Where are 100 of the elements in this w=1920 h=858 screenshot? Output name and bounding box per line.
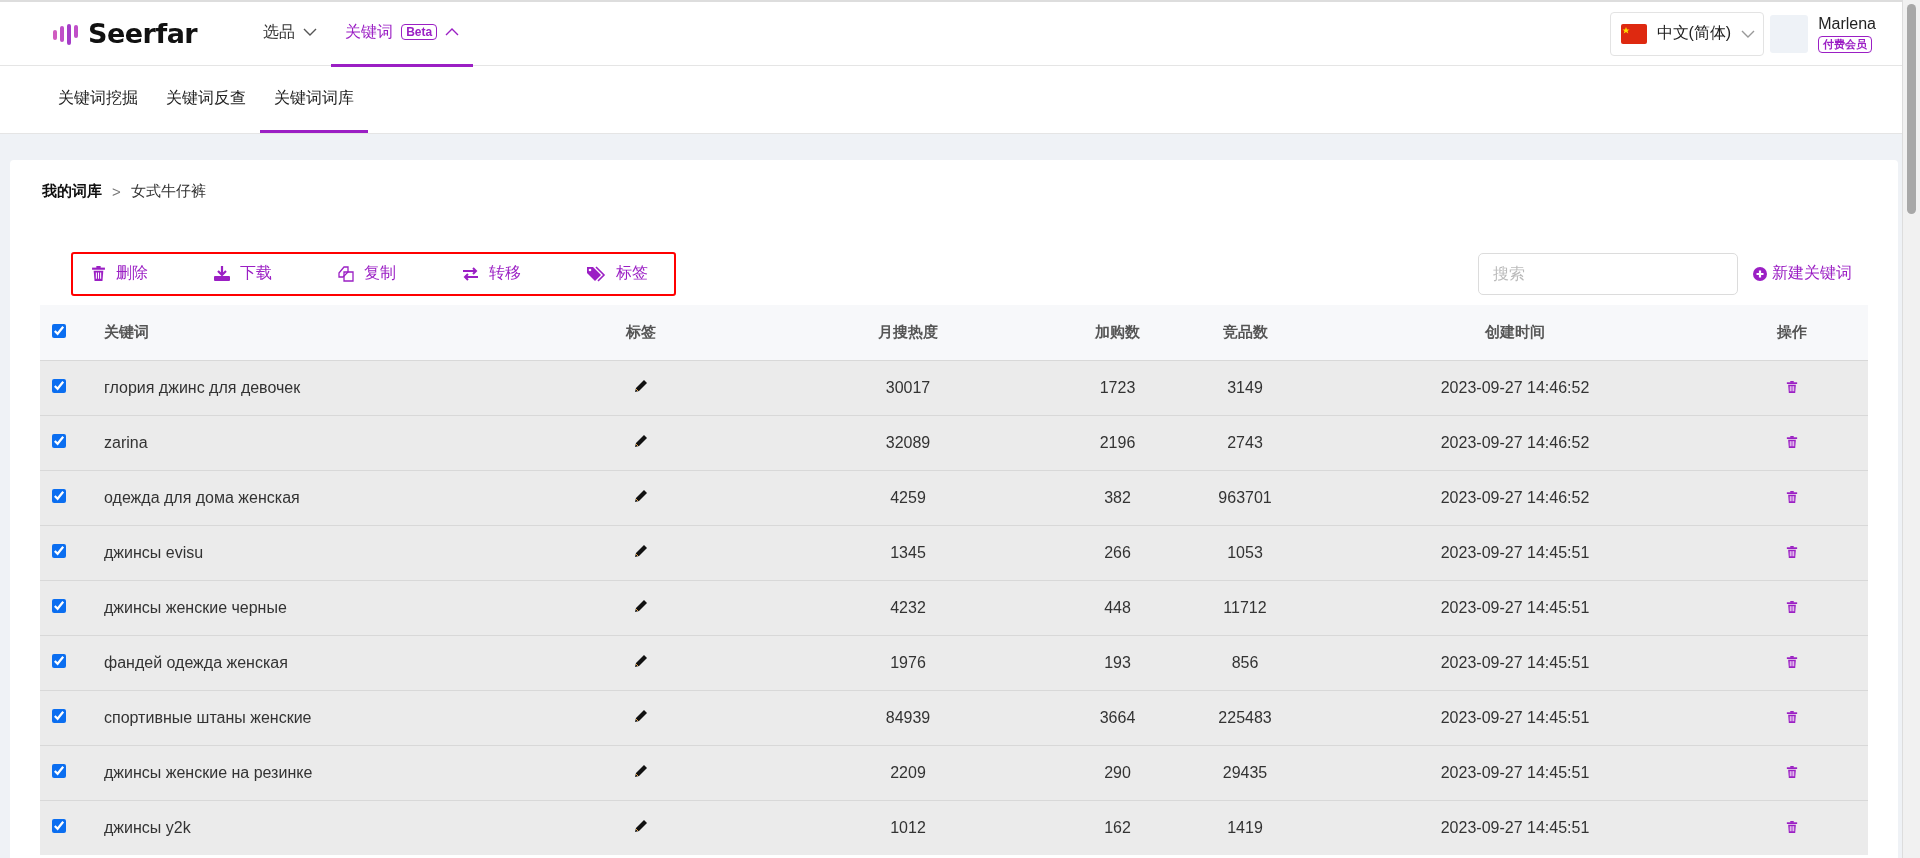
created-time-cell: 2023-09-27 14:45:51 — [1440, 544, 1590, 561]
column-header: 操作 — [1777, 323, 1807, 340]
delete-icon — [1786, 656, 1798, 668]
search-volume-cell: 4259 — [890, 489, 926, 506]
pencil-icon[interactable] — [634, 819, 648, 833]
flag-icon — [1620, 23, 1647, 44]
chevron-icon — [303, 28, 318, 36]
pencil-icon[interactable] — [634, 489, 648, 503]
delete-icon — [1786, 601, 1798, 613]
cart-count-cell: 290 — [1104, 764, 1131, 781]
column-header: 竞品数 — [1222, 323, 1268, 340]
created-time-cell: 2023-09-27 14:46:52 — [1440, 489, 1590, 506]
keyword-cell: zarina — [104, 434, 148, 451]
search-volume-cell: 1012 — [890, 819, 926, 836]
pencil-icon[interactable] — [634, 544, 648, 558]
created-time-cell: 2023-09-27 14:45:51 — [1440, 764, 1590, 781]
keyword-cell: джинсы женские на резинке — [104, 764, 313, 781]
breadcrumb-current: 女式牛仔裤 — [130, 182, 206, 201]
row-checkbox[interactable] — [52, 709, 66, 723]
keyword-cell: джинсы evisu — [104, 544, 204, 561]
competitor-count-cell: 1053 — [1227, 544, 1263, 561]
toolbar-button[interactable]: 下载 — [206, 263, 280, 284]
delete-icon — [1786, 436, 1798, 448]
user-name: Marlena — [1818, 14, 1876, 33]
row-checkbox[interactable] — [52, 379, 66, 393]
delete-icon — [1786, 821, 1798, 833]
competitor-count-cell: 29435 — [1222, 764, 1268, 781]
competitor-count-cell: 1419 — [1227, 819, 1263, 836]
delete-icon — [1786, 766, 1798, 778]
competitor-count-cell: 225483 — [1218, 709, 1272, 726]
competitor-count-cell: 2743 — [1227, 434, 1263, 451]
cart-count-cell: 3664 — [1099, 709, 1136, 726]
competitor-count-cell: 963701 — [1218, 489, 1272, 506]
breadcrumb-link[interactable]: 我的词库 — [42, 182, 102, 201]
keyword-cell: глория джинс для девочек — [104, 379, 301, 396]
competitor-count-cell: 11712 — [1223, 599, 1267, 616]
column-header: 月搜热度 — [878, 323, 938, 340]
delete-icon — [1786, 491, 1798, 503]
row-checkbox[interactable] — [52, 544, 66, 558]
select-all-checkbox[interactable] — [52, 324, 66, 338]
pencil-icon[interactable] — [634, 764, 648, 778]
cart-count-cell: 193 — [1104, 654, 1131, 671]
column-header: 加购数 — [1095, 323, 1140, 340]
row-checkbox[interactable] — [52, 434, 66, 448]
chevron-icon — [445, 28, 460, 36]
row-checkbox[interactable] — [52, 599, 66, 613]
search-volume-cell: 30017 — [885, 379, 931, 396]
pencil-icon[interactable] — [634, 599, 648, 613]
row-checkbox[interactable] — [52, 764, 66, 778]
toolbar-button[interactable]: 转移 — [454, 263, 529, 284]
created-time-cell: 2023-09-27 14:45:51 — [1440, 654, 1590, 671]
delete-icon — [1786, 546, 1798, 558]
column-header: 关键词 — [104, 323, 149, 340]
search-volume-cell: 32089 — [885, 434, 931, 451]
competitor-count-cell: 856 — [1231, 654, 1259, 671]
row-checkbox[interactable] — [52, 489, 66, 503]
competitor-count-cell: 3149 — [1227, 379, 1263, 396]
column-header: 创建时间 — [1485, 323, 1545, 340]
created-time-cell: 2023-09-27 14:45:51 — [1440, 819, 1590, 836]
keyword-cell: джинсы y2k — [104, 819, 191, 836]
row-checkbox[interactable] — [52, 819, 66, 833]
toolbar-button[interactable]: 标签 — [579, 263, 656, 284]
created-time-cell: 2023-09-27 14:45:51 — [1440, 599, 1590, 616]
pencil-icon[interactable] — [634, 654, 648, 668]
trash-icon — [91, 266, 106, 281]
cart-count-cell: 448 — [1104, 599, 1131, 616]
nav-tab[interactable]: 选品 — [249, 0, 332, 67]
cart-count-cell: 2196 — [1099, 434, 1136, 451]
transfer-icon — [462, 266, 479, 281]
keyword-cell: джинсы женские черные — [104, 599, 287, 616]
row-checkbox[interactable] — [52, 654, 66, 668]
keyword-cell: спортивные штаны женские — [104, 709, 312, 726]
search-volume-cell: 2209 — [890, 764, 926, 781]
sub-tab[interactable]: 关键词反查 — [152, 66, 260, 133]
tag-icon — [587, 265, 606, 282]
pencil-icon[interactable] — [634, 709, 648, 723]
cart-count-cell: 1723 — [1099, 379, 1136, 396]
search-field[interactable]: 搜索 — [1478, 252, 1738, 295]
new-keyword-button[interactable]: 新建关键词 — [1753, 263, 1852, 284]
toolbar-button[interactable]: 复制 — [330, 263, 404, 284]
member-badge: 付费会员 — [1818, 35, 1873, 53]
search-volume-cell: 1976 — [890, 654, 926, 671]
breadcrumb-separator: > — [112, 183, 121, 200]
toolbar-button[interactable]: 删除 — [83, 263, 156, 284]
language-selector[interactable]: 中文(简体) — [1609, 11, 1765, 56]
chevron-icon — [1741, 29, 1756, 38]
pencil-icon[interactable] — [634, 379, 648, 393]
delete-icon — [1786, 711, 1798, 723]
keyword-cell: одежда для дома женская — [104, 489, 300, 506]
created-time-cell: 2023-09-27 14:46:52 — [1440, 434, 1590, 451]
pencil-icon[interactable] — [634, 434, 648, 448]
sub-tab[interactable]: 关键词挖掘 — [44, 66, 152, 133]
plus-circle-icon — [1753, 266, 1767, 281]
cart-count-cell: 266 — [1104, 544, 1131, 561]
download-icon — [214, 266, 230, 281]
sub-tab[interactable]: 关键词词库 — [260, 66, 368, 133]
logo-text: Seerfar — [88, 18, 198, 49]
cart-count-cell: 162 — [1104, 819, 1131, 836]
copy-icon — [338, 265, 354, 282]
keyword-cell: фандей одежда женская — [104, 654, 288, 671]
